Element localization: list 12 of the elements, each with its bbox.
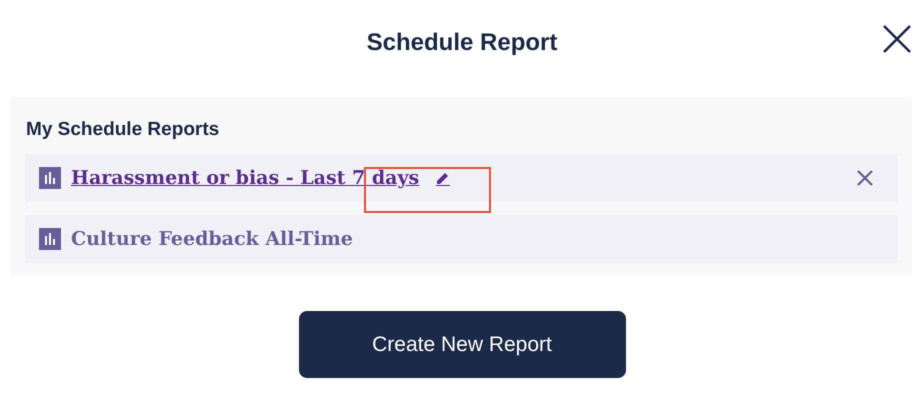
report-row[interactable]: Harassment or bias - Last 7 days bbox=[25, 154, 898, 202]
dialog-title: Schedule Report bbox=[366, 28, 558, 56]
bar-chart-icon bbox=[39, 167, 61, 189]
create-report-button[interactable]: Create New Report bbox=[298, 311, 626, 378]
report-link[interactable]: Harassment or bias - Last 7 days bbox=[71, 167, 420, 189]
section-heading: My Schedule Reports bbox=[26, 119, 220, 141]
bar-chart-icon bbox=[39, 228, 61, 250]
report-row[interactable]: Culture Feedback All-Time bbox=[25, 215, 898, 263]
close-icon[interactable] bbox=[882, 24, 912, 54]
pencil-icon[interactable] bbox=[435, 170, 452, 186]
report-link[interactable]: Culture Feedback All-Time bbox=[71, 228, 353, 250]
delete-icon[interactable] bbox=[856, 169, 874, 187]
